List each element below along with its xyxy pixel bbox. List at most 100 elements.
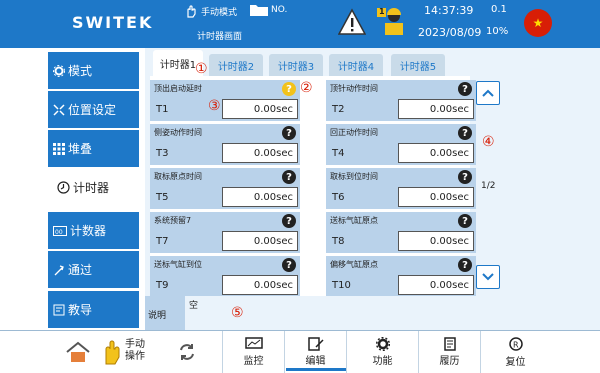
timer-panel: 顶出启动延时 ? T1 0.00sec 顶针动作时间 ? T2 0.00sec … [150, 76, 476, 297]
timer-name: T10 [332, 280, 351, 291]
timer-name: T8 [332, 236, 345, 247]
china-flag-icon[interactable]: ★ [524, 9, 552, 37]
sidebar-item-label: 计数器 [70, 224, 107, 238]
timer-desc: 顶出启动延时 [154, 84, 202, 93]
help-icon[interactable]: ? [282, 82, 296, 96]
counter-icon: 00 [53, 225, 67, 236]
user-icon[interactable]: 1 [377, 6, 405, 36]
timer-cell-t8: 送标气缸原点 ? T8 0.00sec [326, 212, 476, 253]
help-icon[interactable]: ? [458, 214, 472, 228]
speed-percent: 10% [486, 26, 509, 37]
clock-date: 2023/08/09 [418, 26, 482, 39]
timer-cell-t7: 系统预留7 ? T7 0.00sec [150, 212, 300, 253]
edit-label: 编辑 [305, 356, 326, 367]
annotation-5: ⑤ [231, 305, 244, 321]
annotation-4: ④ [482, 134, 495, 150]
timer-value-input[interactable]: 0.00sec [222, 187, 298, 207]
gear-icon [53, 64, 65, 77]
timer-value-input[interactable]: 0.00sec [222, 231, 298, 251]
mode-label: 手动模式 [201, 7, 238, 18]
timer-cell-t6: 取标到位时间 ? T6 0.00sec [326, 168, 476, 209]
manual-operation-button[interactable]: 手动 操作 [100, 331, 160, 371]
tab-timer-2[interactable]: 计时器2 [209, 54, 263, 76]
timer-cell-t10: 偏移气缸原点 ? T10 0.00sec [326, 256, 476, 297]
tab-timer-3[interactable]: 计时器3 [269, 54, 323, 76]
timer-value-input[interactable]: 0.00sec [398, 99, 474, 119]
timer-cell-t3: 侧姿动作时间 ? T3 0.00sec [150, 124, 300, 165]
reset-button[interactable]: R 复位 [480, 331, 550, 373]
user-badge: 1 [379, 7, 385, 16]
timer-desc: 侧姿动作时间 [154, 128, 202, 137]
manual-label-1: 手动 [125, 339, 145, 350]
timer-desc: 送标气缸到位 [154, 260, 202, 269]
timer-value-input[interactable]: 0.00sec [398, 275, 474, 295]
file-no: NO. [271, 5, 288, 15]
timer-value-input[interactable]: 0.00sec [222, 143, 298, 163]
sidebar-item-stack[interactable]: 堆叠 [48, 130, 139, 167]
chevron-down-icon [482, 273, 494, 281]
sidebar-item-counter[interactable]: 00 计数器 [48, 212, 139, 249]
timer-name: T7 [156, 236, 169, 247]
teach-icon [53, 304, 65, 315]
help-icon[interactable]: ? [458, 126, 472, 140]
cycle-button[interactable] [172, 331, 202, 373]
timer-desc: 回正动作时间 [330, 128, 378, 137]
tab-timer-4[interactable]: 计时器4 [329, 54, 383, 76]
timer-desc: 偏移气缸原点 [330, 260, 378, 269]
timer-desc: 系统预留7 [154, 216, 192, 225]
annotation-3: ③ [208, 98, 221, 114]
file-indicator[interactable]: NO. [250, 4, 287, 16]
timer-value-input[interactable]: 0.00sec [398, 143, 474, 163]
timer-value-input[interactable]: 0.00sec [398, 231, 474, 251]
clock-icon [57, 181, 70, 194]
timer-value-input[interactable]: 0.00sec [222, 99, 298, 119]
help-icon[interactable]: ? [458, 170, 472, 184]
help-icon[interactable]: ? [282, 214, 296, 228]
sidebar-item-label: 教导 [68, 303, 93, 317]
monitor-button[interactable]: 监控 [222, 331, 284, 373]
page-indicator: 1/2 [481, 181, 496, 191]
sidebar-item-mode[interactable]: 模式 [48, 52, 139, 89]
sidebar: 模式 位置设定 堆叠 计时器 00 计数器 通过 教导 [0, 48, 139, 330]
sidebar-item-position[interactable]: 位置设定 [48, 91, 139, 128]
refresh-icon [180, 344, 194, 360]
tab-timer-5[interactable]: 计时器5 [391, 54, 445, 76]
sidebar-item-timer[interactable]: 计时器 [52, 169, 139, 206]
description-box: 空 ⑤ [185, 296, 600, 330]
sidebar-item-label: 通过 [68, 263, 93, 277]
sidebar-item-label: 模式 [68, 64, 93, 78]
help-icon[interactable]: ? [458, 258, 472, 272]
sidebar-item-teach[interactable]: 教导 [48, 291, 139, 328]
timer-cell-t4: 回正动作时间 ? T4 0.00sec [326, 124, 476, 165]
edit-icon [307, 337, 324, 351]
top-bar: SWITEK 手动模式 计时器画面 NO. 1 14:37:39 2023/08… [0, 0, 600, 48]
scroll-down-button[interactable] [476, 265, 500, 289]
timer-name: T2 [332, 104, 345, 115]
history-button[interactable]: 履历 [418, 331, 480, 373]
edit-button[interactable]: 编辑 [284, 331, 346, 373]
annotation-2: ② [300, 80, 313, 96]
help-icon[interactable]: ? [282, 126, 296, 140]
description-bar: 说明 空 ⑤ [145, 296, 600, 330]
warning-icon[interactable] [338, 8, 366, 36]
hand-icon [105, 340, 120, 365]
svg-text:R: R [513, 341, 519, 350]
help-icon[interactable]: ? [282, 170, 296, 184]
timer-name: T4 [332, 148, 345, 159]
function-button[interactable]: 功能 [346, 331, 418, 373]
help-icon[interactable]: ? [282, 258, 296, 272]
help-icon[interactable]: ? [458, 82, 472, 96]
timer-value-input[interactable]: 0.00sec [398, 187, 474, 207]
gear-icon [375, 337, 390, 351]
timer-value-input[interactable]: 0.00sec [222, 275, 298, 295]
history-icon [443, 337, 456, 351]
home-button[interactable] [60, 331, 96, 373]
grid-icon [53, 142, 65, 155]
timer-cell-t5: 取标原点时间 ? T5 0.00sec [150, 168, 300, 209]
manual-label-2: 操作 [125, 351, 145, 362]
arrows-icon [53, 103, 65, 116]
scroll-up-button[interactable] [476, 81, 500, 105]
chevron-up-icon [482, 89, 494, 97]
bottom-bar: 手动 操作 监控 编辑 功能 履历 R 复位 [0, 330, 600, 373]
sidebar-item-pass[interactable]: 通过 [48, 251, 139, 288]
